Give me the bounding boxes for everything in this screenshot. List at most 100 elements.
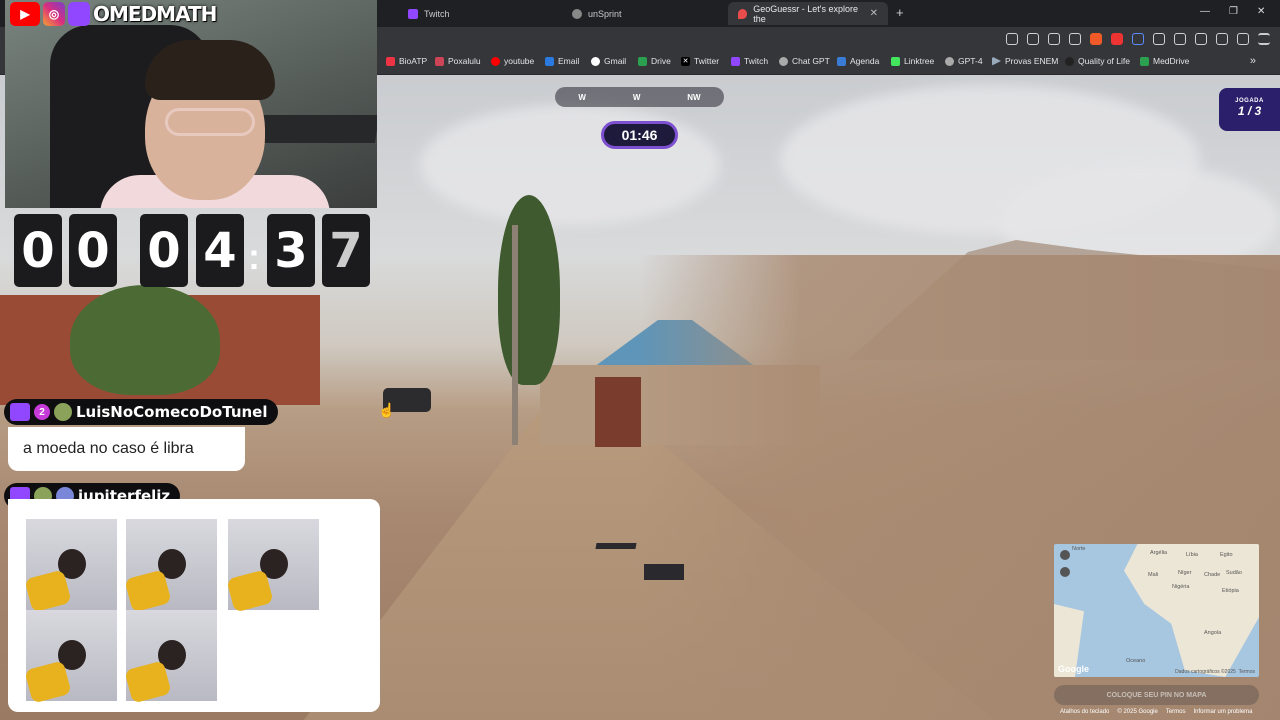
- bookmark-poxalulu[interactable]: Poxalulu: [435, 56, 481, 66]
- bookmark-gpt4[interactable]: GPT-4: [945, 56, 983, 66]
- bookmark-twitch[interactable]: Twitch: [731, 56, 768, 66]
- email-icon: [545, 56, 554, 66]
- linktree-icon: [891, 56, 900, 66]
- map-footer: Atalhos do teclado © 2025 Google Termos …: [1060, 709, 1253, 715]
- tab-twitch[interactable]: Twitch: [398, 2, 558, 25]
- new-tab-button[interactable]: +: [896, 5, 904, 20]
- screaming-cat-emote-icon: [124, 610, 217, 704]
- bookmark-youtube[interactable]: youtube: [491, 56, 534, 66]
- menu-icon[interactable]: [1258, 33, 1270, 45]
- stopwatch-digit: 0: [69, 214, 117, 287]
- brave-shield-icon[interactable]: [1090, 33, 1102, 45]
- bioatp-icon: [386, 56, 395, 66]
- bookmark-agenda[interactable]: Agenda: [837, 56, 879, 66]
- sidebar-icon[interactable]: [1174, 33, 1186, 45]
- map-attribution: Dados cartográficos ©2025 Termos: [1175, 669, 1255, 675]
- openai-icon: [779, 56, 788, 66]
- screaming-cat-emote-icon: [24, 519, 117, 613]
- chat-username: 2 LuisNoComecoDoTunel: [4, 399, 278, 425]
- shield-icon[interactable]: [1237, 33, 1249, 45]
- twitch-badge-icon: [10, 403, 30, 421]
- streamer-handle: OMEDMATH: [93, 2, 217, 26]
- bookmark-chatgpt[interactable]: Chat GPT: [779, 56, 830, 66]
- round-counter: JOGADA 1 / 3: [1219, 88, 1280, 131]
- wallet-icon[interactable]: [1195, 33, 1207, 45]
- webcam-overlay: ▶ ◎ OMEDMATH: [5, 0, 377, 208]
- round-timer: 01:46: [601, 121, 678, 149]
- bookmark-twitter[interactable]: ✕ Twitter: [681, 56, 719, 66]
- twitch-icon: [408, 8, 418, 19]
- mute-icon[interactable]: [1027, 33, 1039, 45]
- move-arrow-icon[interactable]: [644, 564, 684, 580]
- puzzle-icon[interactable]: [1153, 33, 1165, 45]
- zoom-out-button[interactable]: [1060, 567, 1070, 577]
- streamer-hair: [145, 40, 275, 100]
- stopwatch-digit: 7: [322, 214, 370, 287]
- openai-icon: [945, 56, 954, 66]
- bookmark-meddrive[interactable]: MedDrive: [1140, 56, 1189, 66]
- twitch-icon: [68, 2, 90, 26]
- tab-unsprint[interactable]: unSprint: [562, 2, 722, 25]
- bookmark-bioatp[interactable]: BioATP: [386, 56, 427, 66]
- google-logo: Google: [1058, 664, 1089, 674]
- twitch-icon: [731, 56, 740, 66]
- bookmark-quality-of-life[interactable]: Quality of Life: [1065, 56, 1130, 66]
- share-icon[interactable]: [1069, 33, 1081, 45]
- drive-icon: [1140, 56, 1149, 66]
- poxalulu-icon: [435, 56, 444, 66]
- arrow-icon: [992, 56, 1001, 66]
- globe-icon: [572, 8, 582, 19]
- stopwatch-digit: 0: [14, 214, 62, 287]
- leo-icon[interactable]: [1216, 33, 1228, 45]
- place-pin-button[interactable]: COLOQUE SEU PIN NO MAPA: [1054, 685, 1259, 705]
- glasses: [165, 108, 255, 136]
- extension-icon[interactable]: [1006, 33, 1018, 45]
- stopwatch-colon: :: [248, 236, 260, 277]
- social-handles: ▶ ◎ OMEDMATH: [10, 2, 217, 26]
- utility-pole: [512, 225, 518, 445]
- mouse-cursor-icon: ☝: [378, 402, 396, 418]
- vpn-icon[interactable]: [1132, 33, 1144, 45]
- youtube-icon: ▶: [10, 2, 40, 26]
- maximize-button[interactable]: ❐: [1229, 6, 1238, 17]
- gate: [595, 377, 641, 447]
- tab-geoguessr[interactable]: GeoGuessr - Let's explore the ✕: [728, 2, 888, 25]
- chat-message: a moeda no caso é libra: [8, 427, 245, 471]
- minimize-button[interactable]: —: [1200, 6, 1210, 17]
- move-arrow-icon[interactable]: [595, 543, 637, 549]
- close-tab-icon[interactable]: ✕: [870, 8, 878, 19]
- rewards-icon[interactable]: [1111, 33, 1123, 45]
- bookmark-gmail[interactable]: Gmail: [591, 56, 626, 66]
- zoom-in-button[interactable]: [1060, 550, 1070, 560]
- screaming-cat-emote-icon: [24, 610, 117, 704]
- stopwatch-digit: 0: [140, 214, 188, 287]
- screaming-cat-emote-icon: [124, 519, 217, 613]
- bookmark-linktree[interactable]: Linktree: [891, 56, 934, 66]
- browser-window: ulti Twitch unSprint GeoGuessr - Let's e…: [0, 0, 1280, 720]
- stopwatch-digit: 4: [196, 214, 244, 287]
- youtube-icon: [491, 56, 500, 66]
- google-icon: [591, 56, 600, 66]
- compass-bar: W W NW: [555, 87, 724, 107]
- more-bookmarks-icon[interactable]: »: [1250, 55, 1256, 67]
- close-window-button[interactable]: ✕: [1257, 6, 1265, 17]
- music-keyboard: [253, 115, 377, 143]
- instagram-icon: ◎: [43, 2, 65, 26]
- toolbar-icons: [1006, 33, 1270, 45]
- calendar-icon: [837, 56, 846, 66]
- chat-emote-message: [8, 499, 380, 712]
- drive-icon: [638, 56, 647, 66]
- bookmark-email[interactable]: Email: [545, 56, 579, 66]
- x-icon: ✕: [681, 56, 690, 66]
- user-badge-icon: [54, 403, 72, 421]
- stopwatch-digit: 3: [267, 214, 315, 287]
- cypress-tree: [498, 195, 560, 385]
- subscriber-badge-icon: 2: [34, 404, 50, 420]
- palm-tree: [70, 285, 220, 395]
- cast-icon[interactable]: [1048, 33, 1060, 45]
- map-pin-icon: [738, 8, 748, 19]
- bookmark-provas-enem[interactable]: Provas ENEM: [992, 56, 1058, 66]
- bookmark-drive[interactable]: Drive: [638, 56, 671, 66]
- cloud: [420, 105, 720, 225]
- guess-map[interactable]: Norte Argélia Líbia Egito Mali Níger Cha…: [1054, 544, 1259, 677]
